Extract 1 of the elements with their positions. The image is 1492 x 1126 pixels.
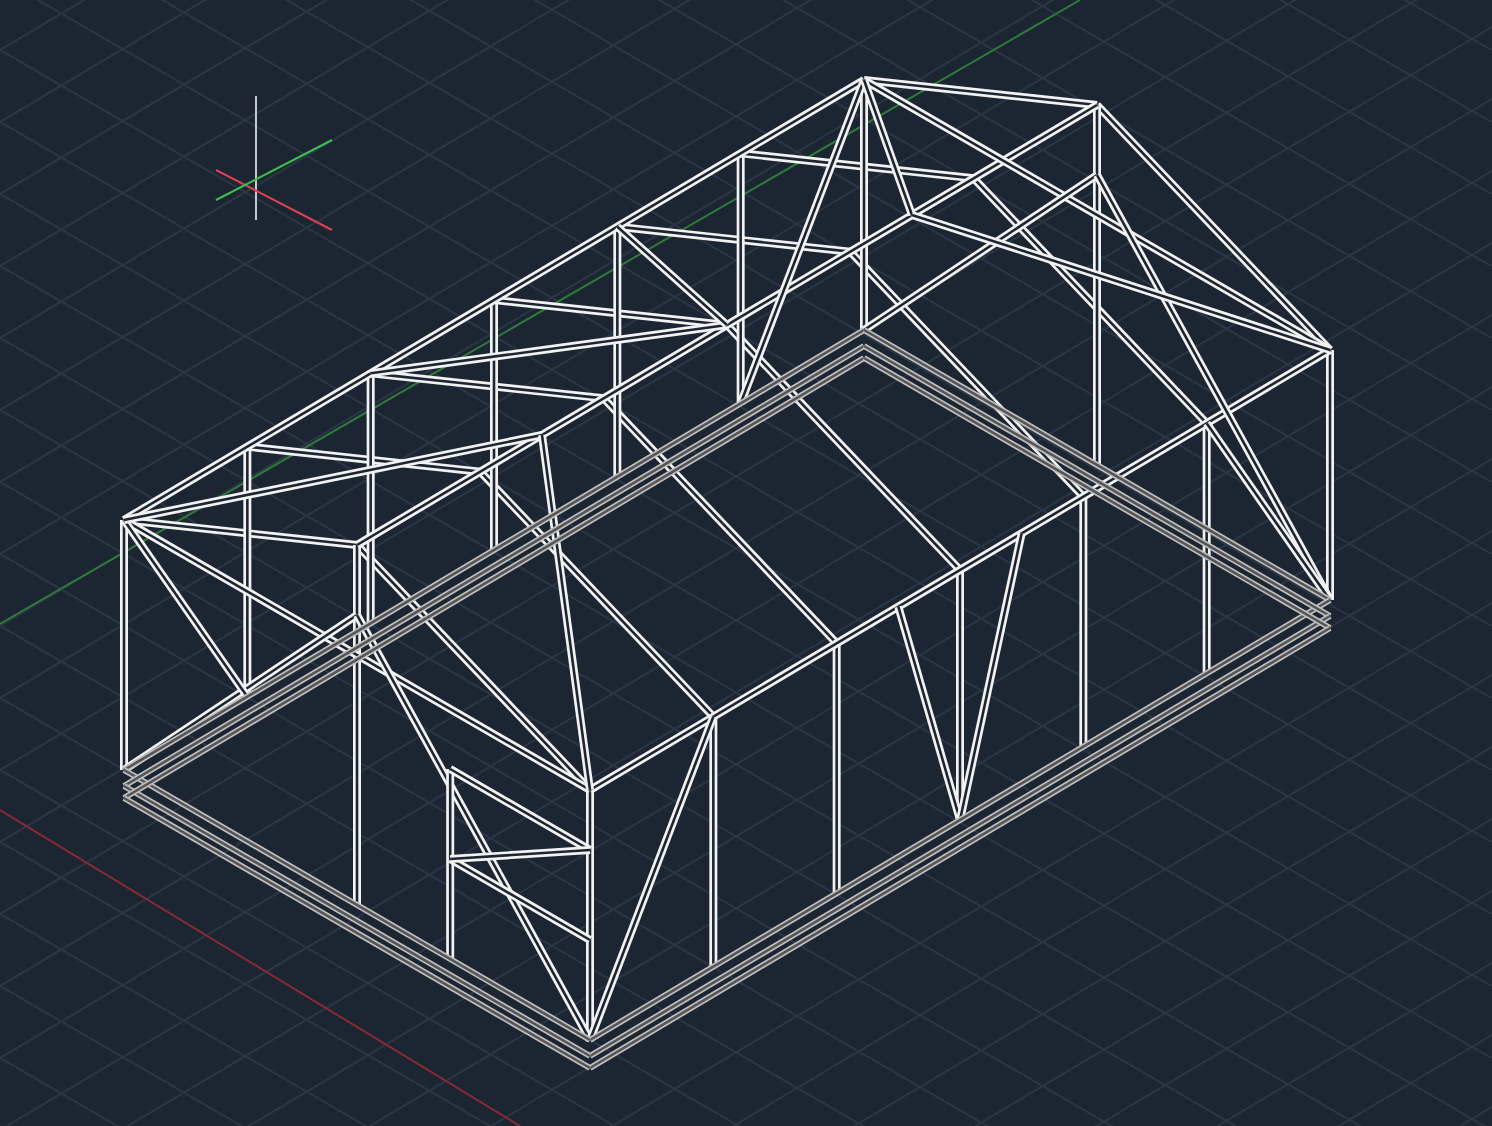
cad-viewport[interactable] xyxy=(0,0,1492,1126)
